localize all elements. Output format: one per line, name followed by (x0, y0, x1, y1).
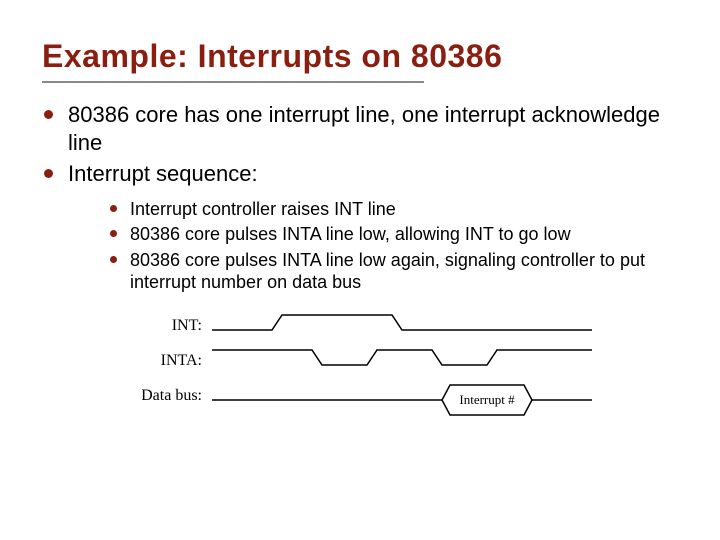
timing-diagram: INT: INTA: Data bus: Interrupt # (142, 310, 678, 430)
main-bullet-list: 80386 core has one interrupt line, one i… (42, 101, 678, 294)
bullet-item: Interrupt sequence: Interrupt controller… (42, 160, 678, 294)
signal-label-int: INT: (172, 317, 202, 334)
sub-bullet-item: Interrupt controller raises INT line (108, 198, 678, 221)
timing-svg: INT: INTA: Data bus: Interrupt # (142, 310, 602, 430)
signal-label-databus: Data bus: (142, 387, 202, 404)
waveform-int (212, 315, 592, 330)
slide-root: Example: Interrupts on 80386 80386 core … (0, 0, 720, 540)
sub-bullet-list: Interrupt controller raises INT line 803… (68, 198, 678, 294)
sub-bullet-item: 80386 core pulses INTA line low, allowin… (108, 223, 678, 246)
signal-label-inta: INTA: (161, 352, 202, 369)
sub-bullet-text: Interrupt controller raises INT line (130, 199, 396, 219)
databus-annotation: Interrupt # (459, 392, 515, 407)
bullet-text: 80386 core has one interrupt line, one i… (68, 102, 660, 155)
bullet-text: Interrupt sequence: (68, 161, 258, 186)
sub-bullet-text: 80386 core pulses INTA line low, allowin… (130, 224, 571, 244)
waveform-inta (212, 350, 592, 365)
sub-bullet-item: 80386 core pulses INTA line low again, s… (108, 249, 678, 294)
sub-bullet-text: 80386 core pulses INTA line low again, s… (130, 250, 645, 293)
slide-title: Example: Interrupts on 80386 (42, 38, 678, 75)
bullet-item: 80386 core has one interrupt line, one i… (42, 101, 678, 156)
title-rule (42, 81, 424, 83)
